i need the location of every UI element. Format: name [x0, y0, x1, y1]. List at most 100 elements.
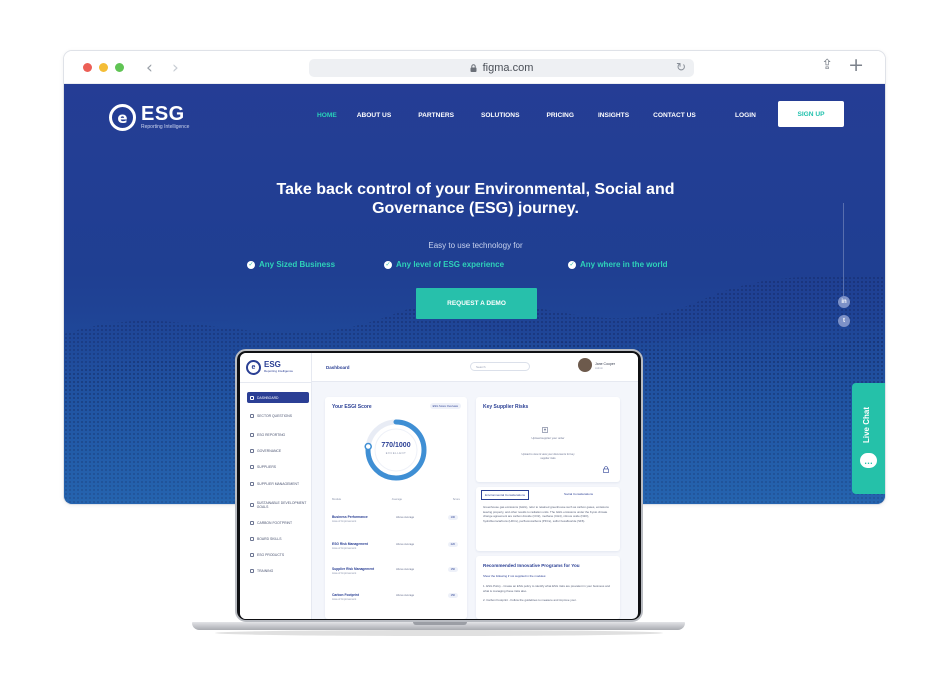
feature-any-sized-business: ✓ Any Sized Business [247, 260, 335, 269]
tab-social[interactable]: Social Considerations [564, 492, 593, 496]
dashboard-screen: e ESG Reporting Intelligence DASHBOARD SE… [240, 353, 638, 619]
sidebar-label: ESG PRODUCTS [257, 552, 285, 557]
sidebar-item-supplier-management[interactable]: SUPPLIER MANAGEMENT [247, 477, 309, 491]
score-overview-pill[interactable]: ESG Score Overview [429, 403, 461, 409]
sidebar-label: SECTOR QUESTIONS [257, 413, 292, 418]
sign-up-button[interactable]: SIGN UP [778, 101, 844, 127]
new-tab-icon[interactable]: + [848, 54, 864, 76]
sidebar-label: BOARD SKILLS [257, 536, 282, 541]
row-name: ESG Risk Management [332, 542, 368, 546]
feature-any-level: ✓ Any level of ESG experience [384, 260, 504, 269]
key-supplier-risks-card: Key Supplier Risks Upload supplier your … [476, 397, 620, 482]
nav-contact-us[interactable]: CONTACT US [653, 112, 696, 119]
check-icon: ✓ [568, 260, 576, 269]
sidebar-item-training[interactable]: TRAINING [247, 565, 309, 576]
considerations-card: Environmental Considerations Social Cons… [476, 487, 620, 551]
nav-about-us[interactable]: ABOUT US [357, 112, 391, 119]
avatar[interactable] [578, 358, 592, 372]
share-icon[interactable]: ⇪ [821, 57, 833, 73]
row-sub: Area of Improvement [332, 572, 357, 575]
sidebar-label: GOVERNANCE [257, 448, 282, 453]
login-link[interactable]: LOGIN [735, 112, 756, 119]
header-module: Module [332, 497, 342, 501]
footprint-icon [250, 520, 254, 525]
forward-icon[interactable]: › [172, 58, 179, 78]
dashboard-sidebar: e ESG Reporting Intelligence DASHBOARD SE… [240, 353, 312, 619]
back-icon[interactable]: ‹ [146, 58, 153, 78]
sidebar-label: SUPPLIERS [257, 464, 277, 469]
table-row[interactable]: ESG Risk Management Area of Improvement Ab… [332, 542, 460, 550]
maximize-window-button[interactable] [115, 63, 124, 72]
logo-tagline: Reporting Intelligence [141, 124, 190, 130]
recommended-subtitle: Show the following if not supplied in th… [483, 574, 547, 578]
dashboard-search-input[interactable]: Search [470, 362, 530, 371]
nav-home[interactable]: HOME [317, 112, 337, 119]
feature-label: Any where in the world [580, 260, 668, 269]
risk-card-title: Key Supplier Risks [483, 404, 529, 410]
laptop-notch [413, 622, 467, 625]
logo-text: ESG [141, 103, 185, 125]
score-value: 770/1000 [381, 442, 411, 449]
products-icon [250, 552, 254, 557]
live-chat-widget[interactable]: Live Chat … [852, 383, 885, 494]
goals-icon [250, 503, 254, 507]
address-bar[interactable]: figma.com ↻ [309, 59, 694, 77]
dashboard-icon [250, 395, 254, 400]
risk-upload-message[interactable]: Upload supplier your order [476, 436, 620, 440]
sidebar-label: ESG REPORTING [257, 432, 286, 437]
esg-logo-icon: e [246, 360, 261, 375]
sidebar-item-carbon-footprint[interactable]: CARBON FOOTPRINT [247, 517, 309, 528]
reload-icon[interactable]: ↻ [676, 60, 686, 74]
management-icon [250, 482, 254, 486]
nav-pricing[interactable]: PRICING [546, 112, 573, 119]
check-icon: ✓ [247, 260, 255, 269]
chat-bubble-icon: … [860, 453, 877, 468]
row-score: 150 [447, 593, 458, 598]
sidebar-item-sdg[interactable]: SUSTAINABLE DEVELOPMENT GOALS [247, 498, 309, 512]
hero-title-line-1: Take back control of your Environmental,… [276, 181, 675, 198]
document-icon [250, 413, 254, 418]
hero-title: Take back control of your Environmental,… [64, 180, 885, 218]
minimize-window-button[interactable] [99, 63, 108, 72]
row-sub: Area of Improvement [332, 598, 357, 601]
table-row[interactable]: Business Performance Area of Improvement A… [332, 515, 460, 523]
row-average: Above Average [396, 568, 415, 571]
dashboard-logo[interactable]: e ESG Reporting Intelligence [246, 360, 293, 375]
sidebar-item-esg-reporting[interactable]: ESG REPORTING [247, 429, 309, 440]
nav-partners[interactable]: PARTNERS [418, 112, 454, 119]
nav-insights[interactable]: INSIGHTS [598, 112, 629, 119]
sidebar-item-sector-questions[interactable]: SECTOR QUESTIONS [247, 410, 309, 421]
sidebar-label: DASHBOARD [257, 395, 279, 400]
hero-title-line-2: Governance (ESG) journey. [372, 200, 579, 217]
recommended-title: Recommended Innovative Programs for You [483, 563, 580, 568]
site-logo[interactable]: e ESG Reporting Intelligence [109, 104, 189, 131]
sidebar-item-dashboard[interactable]: DASHBOARD [247, 392, 309, 403]
score-card-title: Your ESGI Score [332, 404, 372, 410]
header-average: Average [391, 497, 403, 501]
row-average: Above Average [396, 543, 415, 546]
linkedin-icon[interactable]: in [838, 296, 850, 308]
sidebar-item-esg-products[interactable]: ESG PRODUCTS [247, 549, 309, 560]
header-score: Score [452, 497, 460, 501]
user-menu[interactable]: Jane Cooper Admin [595, 362, 615, 370]
row-name: Carbon Footprint [332, 593, 359, 597]
dashboard-header: Dashboard Search Jane Cooper Admin [312, 353, 638, 382]
table-row[interactable]: Supplier Risk Management Area of Improvem… [332, 567, 460, 575]
sidebar-item-board-skills[interactable]: BOARD SKILLS [247, 533, 309, 544]
sidebar-item-suppliers[interactable]: SUPPLIERS [247, 461, 309, 472]
user-role: Admin [595, 366, 603, 370]
twitter-icon[interactable]: t [838, 315, 850, 327]
request-demo-button[interactable]: REQUEST A DEMO [416, 288, 537, 319]
nav-solutions[interactable]: SOLUTIONS [481, 112, 519, 119]
risk-upload-hint: Upload to view & view your documents for… [521, 453, 575, 460]
score-label: EXCELLENT [385, 452, 407, 455]
table-row[interactable]: Carbon Footprint Area of Improvement Above… [332, 593, 460, 601]
row-score: 100 [447, 515, 458, 520]
esg-logo-icon: e [109, 104, 136, 131]
url-text: figma.com [482, 62, 534, 74]
sidebar-item-governance[interactable]: GOVERNANCE [247, 445, 309, 456]
tab-environmental[interactable]: Environmental Considerations [481, 490, 530, 500]
score-table-header: Module Average Score [332, 497, 460, 501]
esgi-score-card: Your ESGI Score ESG Score Overview 770/1… [325, 397, 467, 619]
close-window-button[interactable] [83, 63, 92, 72]
